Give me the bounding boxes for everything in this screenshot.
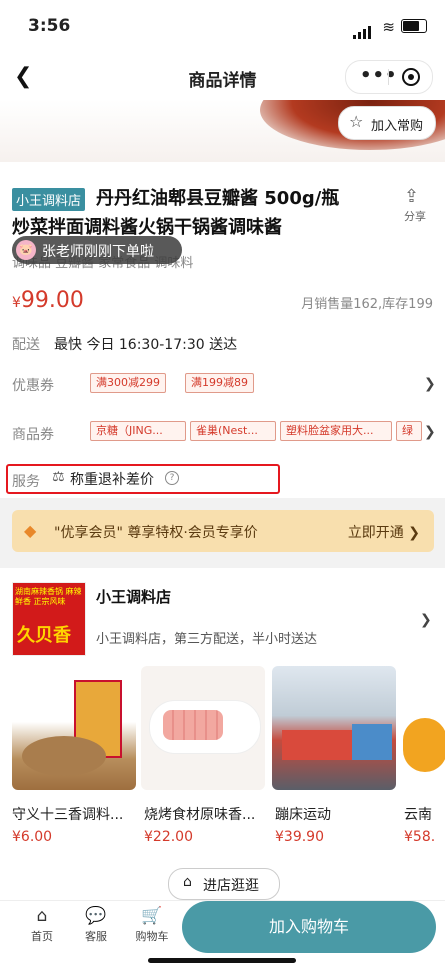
pig-avatar-icon: 🐷 bbox=[16, 240, 36, 260]
add-frequent-label: 加入常购 bbox=[371, 119, 424, 134]
trampoline bbox=[282, 730, 352, 760]
toast-text: 张老师刚刚下单啦 bbox=[42, 244, 154, 260]
tab-service-label: 客服 bbox=[85, 930, 107, 943]
add-to-cart-button[interactable]: 加入购物车 bbox=[182, 901, 436, 953]
tab-cart-label: 购物车 bbox=[135, 930, 169, 943]
product-thumb[interactable] bbox=[272, 666, 396, 790]
store-logo-text: 湖南麻辣香锅 麻辣鲜香 正宗风味 bbox=[15, 587, 82, 606]
battery-icon bbox=[401, 19, 427, 33]
mini-program-capsule: ••• bbox=[345, 60, 433, 94]
coupon-item[interactable]: 满199减89 bbox=[185, 373, 254, 393]
vip-open-label: 立即开通 bbox=[347, 525, 404, 541]
visit-store-label: 进店逛逛 bbox=[203, 878, 259, 894]
star-icon: ☆ bbox=[349, 112, 364, 131]
delivery-time: 最快 今日 16:30-17:30 送达 bbox=[54, 337, 238, 353]
add-frequent-button[interactable]: ☆ 加入常购 bbox=[338, 106, 436, 140]
product-coupon-item[interactable]: 塑料脸盆家用大... bbox=[280, 421, 392, 441]
vip-text: "优享会员" 尊享特权·会员专享价 bbox=[54, 525, 258, 541]
price-value: 99.00 bbox=[20, 288, 84, 313]
share-label[interactable]: 分享 bbox=[404, 208, 426, 224]
chevron-right-icon[interactable]: ❯ bbox=[424, 424, 436, 440]
product-thumb[interactable] bbox=[403, 666, 445, 790]
chevron-right-icon[interactable]: ❯ bbox=[420, 612, 432, 628]
tab-home-label: 首页 bbox=[31, 930, 53, 943]
help-icon[interactable]: ? bbox=[165, 471, 179, 485]
home-icon: ⌂ bbox=[36, 906, 48, 926]
product-coupon-item[interactable]: 绿 bbox=[396, 421, 422, 441]
tab-home[interactable]: ⌂ 首页 bbox=[20, 906, 64, 944]
product-price-small: ¥22.00 bbox=[144, 829, 193, 845]
product-thumb[interactable] bbox=[12, 666, 136, 790]
product-coupon-item[interactable]: 雀巢(Nest... bbox=[190, 421, 276, 441]
product-price-small: ¥39.90 bbox=[275, 829, 324, 845]
product-coupon-label: 商品券 bbox=[12, 427, 54, 443]
share-icon[interactable]: ⇪ bbox=[404, 186, 419, 207]
status-time: 3:56 bbox=[28, 16, 71, 36]
coupon-label: 优惠券 bbox=[12, 378, 54, 394]
store-logo[interactable]: 湖南麻辣香锅 麻辣鲜香 正宗风味 久贝香 bbox=[12, 582, 86, 656]
product-name[interactable]: 烧烤食材原味香... bbox=[144, 804, 268, 824]
order-toast: 🐷 张老师刚刚下单啦 bbox=[12, 236, 182, 264]
more-icon[interactable]: ••• bbox=[360, 65, 398, 86]
cart-icon: 🛒 bbox=[141, 906, 163, 926]
service-value[interactable]: 称重退补差价 bbox=[70, 469, 154, 489]
product-price: ¥99.00 bbox=[12, 288, 84, 313]
product-name[interactable]: 蹦床运动 bbox=[275, 804, 331, 824]
service-label: 服务 bbox=[12, 474, 40, 490]
product-price-small: ¥6.00 bbox=[12, 829, 53, 845]
chat-icon: 💬 bbox=[85, 906, 107, 926]
fruit bbox=[403, 718, 445, 772]
product-thumb[interactable] bbox=[141, 666, 265, 790]
store-desc: 小王调料店，第三方配送，半小时送达 bbox=[96, 632, 318, 647]
tab-service[interactable]: 💬 客服 bbox=[74, 906, 118, 944]
nav-bar: ❮ 商品详情 ••• bbox=[0, 54, 445, 100]
wifi-icon: ≋ bbox=[382, 18, 395, 36]
product-price-small: ¥58. bbox=[404, 829, 436, 845]
sausages bbox=[163, 710, 223, 740]
store-logo-brand: 久贝香 bbox=[17, 625, 71, 646]
product-name[interactable]: 云南 bbox=[404, 804, 445, 824]
coupon-item[interactable]: 满300减299 bbox=[90, 373, 166, 393]
sales-stock: 月销售量162,库存199 bbox=[301, 297, 433, 312]
chevron-right-icon[interactable]: ❯ bbox=[424, 376, 436, 392]
signal-icon bbox=[353, 20, 373, 39]
shop-tag: 小王调料店 bbox=[12, 188, 86, 211]
visit-store-button[interactable]: ⌂ 进店逛逛 bbox=[168, 868, 280, 900]
capsule-divider bbox=[388, 69, 389, 85]
delivery-label: 配送 bbox=[12, 337, 40, 353]
product-coupon-item[interactable]: 京糖（JING... bbox=[90, 421, 186, 441]
spice-pile bbox=[22, 736, 106, 776]
diamond-icon: ◆ bbox=[24, 521, 37, 540]
store-icon: ⌂ bbox=[183, 874, 192, 890]
tab-cart[interactable]: 🛒 购物车 bbox=[130, 906, 174, 944]
product-title-line1: 丹丹红油郫县豆瓣酱 500g/瓶 bbox=[96, 188, 340, 209]
scale-icon: ⚖ bbox=[52, 469, 65, 485]
close-mini-program-icon[interactable] bbox=[402, 68, 420, 86]
vip-banner[interactable]: ◆ "优享会员" 尊享特权·会员专享价 立即开通 ❯ bbox=[12, 510, 434, 552]
home-indicator bbox=[148, 958, 296, 963]
vip-open-button[interactable]: 立即开通 ❯ bbox=[348, 522, 420, 542]
trampoline-wall bbox=[352, 724, 392, 760]
store-name[interactable]: 小王调料店 bbox=[96, 586, 171, 607]
price-symbol: ¥ bbox=[12, 295, 21, 311]
product-name[interactable]: 守义十三香调料... bbox=[12, 804, 136, 824]
